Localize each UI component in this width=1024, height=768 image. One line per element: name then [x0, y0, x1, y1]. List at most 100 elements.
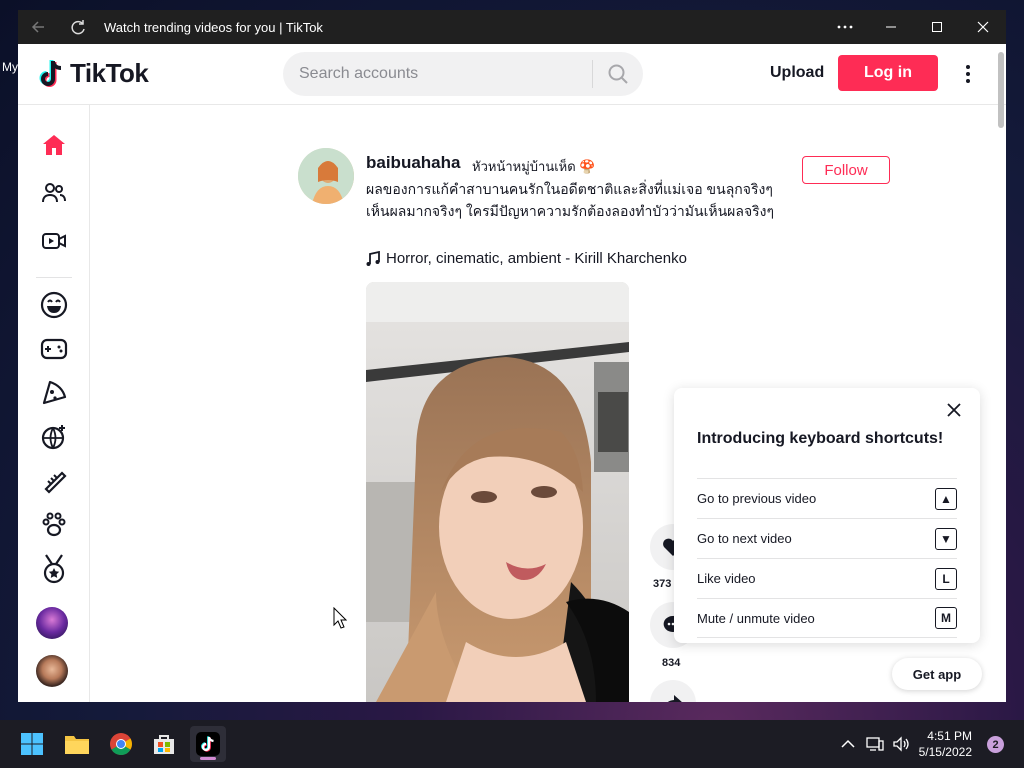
volume-icon	[893, 736, 909, 752]
like-count: 373	[653, 578, 672, 590]
taskbar-file-explorer[interactable]	[59, 726, 95, 762]
post-username[interactable]: baibuahaha	[366, 153, 460, 173]
scroll-thumb[interactable]	[998, 52, 1004, 128]
page-scrollbar[interactable]	[996, 44, 1006, 702]
active-app-indicator	[200, 757, 216, 760]
search-icon	[608, 64, 628, 84]
login-button[interactable]: Log in	[838, 55, 938, 91]
taskbar-tiktok[interactable]	[190, 726, 226, 762]
search-bar[interactable]: Search accounts	[283, 52, 643, 96]
comment-count: 834	[662, 657, 681, 669]
taskbar-clock[interactable]: 4:51 PM 5/15/2022	[912, 728, 972, 760]
sidebar-item-following[interactable]	[36, 175, 72, 211]
network-button[interactable]	[864, 720, 886, 768]
mouse-cursor-icon	[333, 607, 347, 629]
shortcut-label: Go to previous video	[697, 491, 817, 506]
l-key-icon: L	[935, 567, 957, 590]
following-icon	[42, 183, 66, 203]
notification-badge[interactable]: 2	[987, 736, 1004, 753]
refresh-button[interactable]	[58, 10, 98, 44]
chevron-up-icon	[841, 739, 855, 748]
tiktok-logo[interactable]: TikTok	[38, 58, 149, 89]
desktop-icon-label: My	[2, 60, 18, 74]
share-button[interactable]	[650, 680, 696, 702]
sidebar-item-home[interactable]	[36, 127, 72, 163]
m-key-icon: M	[935, 607, 957, 629]
popup-title: Introducing keyboard shortcuts!	[697, 430, 944, 447]
back-arrow-icon	[31, 21, 44, 33]
search-input[interactable]: Search accounts	[283, 65, 592, 83]
start-button[interactable]	[14, 726, 50, 762]
maximize-icon	[932, 22, 942, 32]
popup-close-button[interactable]	[944, 400, 964, 420]
store-icon	[154, 735, 174, 754]
sidebar-account-avatar[interactable]	[36, 655, 68, 687]
upload-link[interactable]: Upload	[770, 64, 824, 82]
minimize-button[interactable]	[868, 10, 914, 44]
post-music[interactable]: Horror, cinematic, ambient - Kirill Khar…	[366, 250, 687, 267]
shortcut-row: Go to next video ▼	[697, 518, 957, 558]
title-bar: Watch trending videos for you | TikTok	[18, 10, 1006, 44]
share-icon	[667, 695, 682, 702]
gaming-icon	[40, 338, 68, 360]
sidebar-item-beauty[interactable]	[36, 463, 72, 499]
music-title[interactable]: Horror, cinematic, ambient - Kirill Khar…	[386, 250, 687, 267]
shortcut-row: Mute / unmute video M	[697, 598, 957, 638]
ellipsis-icon	[837, 25, 853, 29]
post-nickname[interactable]: หัวหน้าหมู่บ้านเห็ด 🍄	[472, 156, 595, 177]
sidebar-item-sports[interactable]	[36, 551, 72, 587]
close-window-button[interactable]	[960, 10, 1006, 44]
sidebar-item-live[interactable]	[36, 223, 72, 259]
more-dot-icon	[966, 65, 970, 69]
comedy-icon	[40, 291, 68, 319]
sidebar-item-food[interactable]	[36, 375, 72, 411]
keyboard-shortcuts-popup: Introducing keyboard shortcuts! Go to pr…	[674, 388, 980, 643]
site-header: TikTok Search accounts Upload Log in	[18, 44, 1006, 105]
video-frame	[366, 282, 629, 702]
sidebar-divider	[36, 277, 72, 278]
post-caption: ผลของการแก้คำสาบานคนรักในอดีตชาติและสิ่ง…	[366, 181, 775, 219]
taskbar-store[interactable]	[146, 726, 182, 762]
avatar-image	[298, 148, 354, 204]
back-button[interactable]	[18, 10, 58, 44]
tiktok-note-icon	[39, 59, 62, 87]
chrome-icon	[110, 733, 132, 755]
close-icon	[977, 21, 989, 33]
maximize-button[interactable]	[914, 10, 960, 44]
more-dot-icon	[966, 79, 970, 83]
logo-text: TikTok	[70, 58, 149, 88]
shortcut-label: Go to next video	[697, 531, 792, 546]
more-menu-button[interactable]	[958, 60, 978, 88]
shortcut-row: Go to previous video ▲	[697, 478, 957, 518]
sidebar-item-animals[interactable]	[36, 507, 72, 543]
sports-icon	[43, 554, 65, 584]
close-icon	[947, 403, 961, 417]
browser-window: Watch trending videos for you | TikTok T…	[18, 10, 1006, 702]
shortcut-label: Like video	[697, 571, 756, 586]
food-icon	[42, 380, 67, 405]
get-app-button[interactable]: Get app	[892, 658, 982, 690]
video-player[interactable]	[366, 282, 629, 702]
taskbar: 4:51 PM 5/15/2022	[0, 720, 1024, 768]
sidebar-item-comedy[interactable]	[36, 287, 72, 323]
follow-button[interactable]: Follow	[802, 156, 890, 184]
shortcut-row: Like video L	[697, 558, 957, 598]
search-button[interactable]	[593, 52, 643, 96]
sidebar-item-dance[interactable]	[36, 419, 72, 455]
post-author-avatar[interactable]	[298, 148, 354, 204]
tiktok-app-icon	[196, 732, 220, 756]
home-icon	[43, 135, 65, 155]
volume-button[interactable]	[890, 720, 912, 768]
window-title: Watch trending videos for you | TikTok	[104, 19, 323, 35]
window-menu-button[interactable]	[822, 10, 868, 44]
more-dot-icon	[966, 72, 970, 76]
windows-icon	[21, 733, 43, 755]
taskbar-chrome[interactable]	[103, 726, 139, 762]
sidebar	[18, 105, 90, 702]
sidebar-item-gaming[interactable]	[36, 331, 72, 367]
show-hidden-icons-button[interactable]	[838, 720, 858, 768]
dance-icon	[41, 425, 65, 450]
sidebar-account-avatar[interactable]	[36, 607, 68, 639]
live-icon	[42, 233, 66, 249]
clock-date: 5/15/2022	[918, 745, 972, 759]
